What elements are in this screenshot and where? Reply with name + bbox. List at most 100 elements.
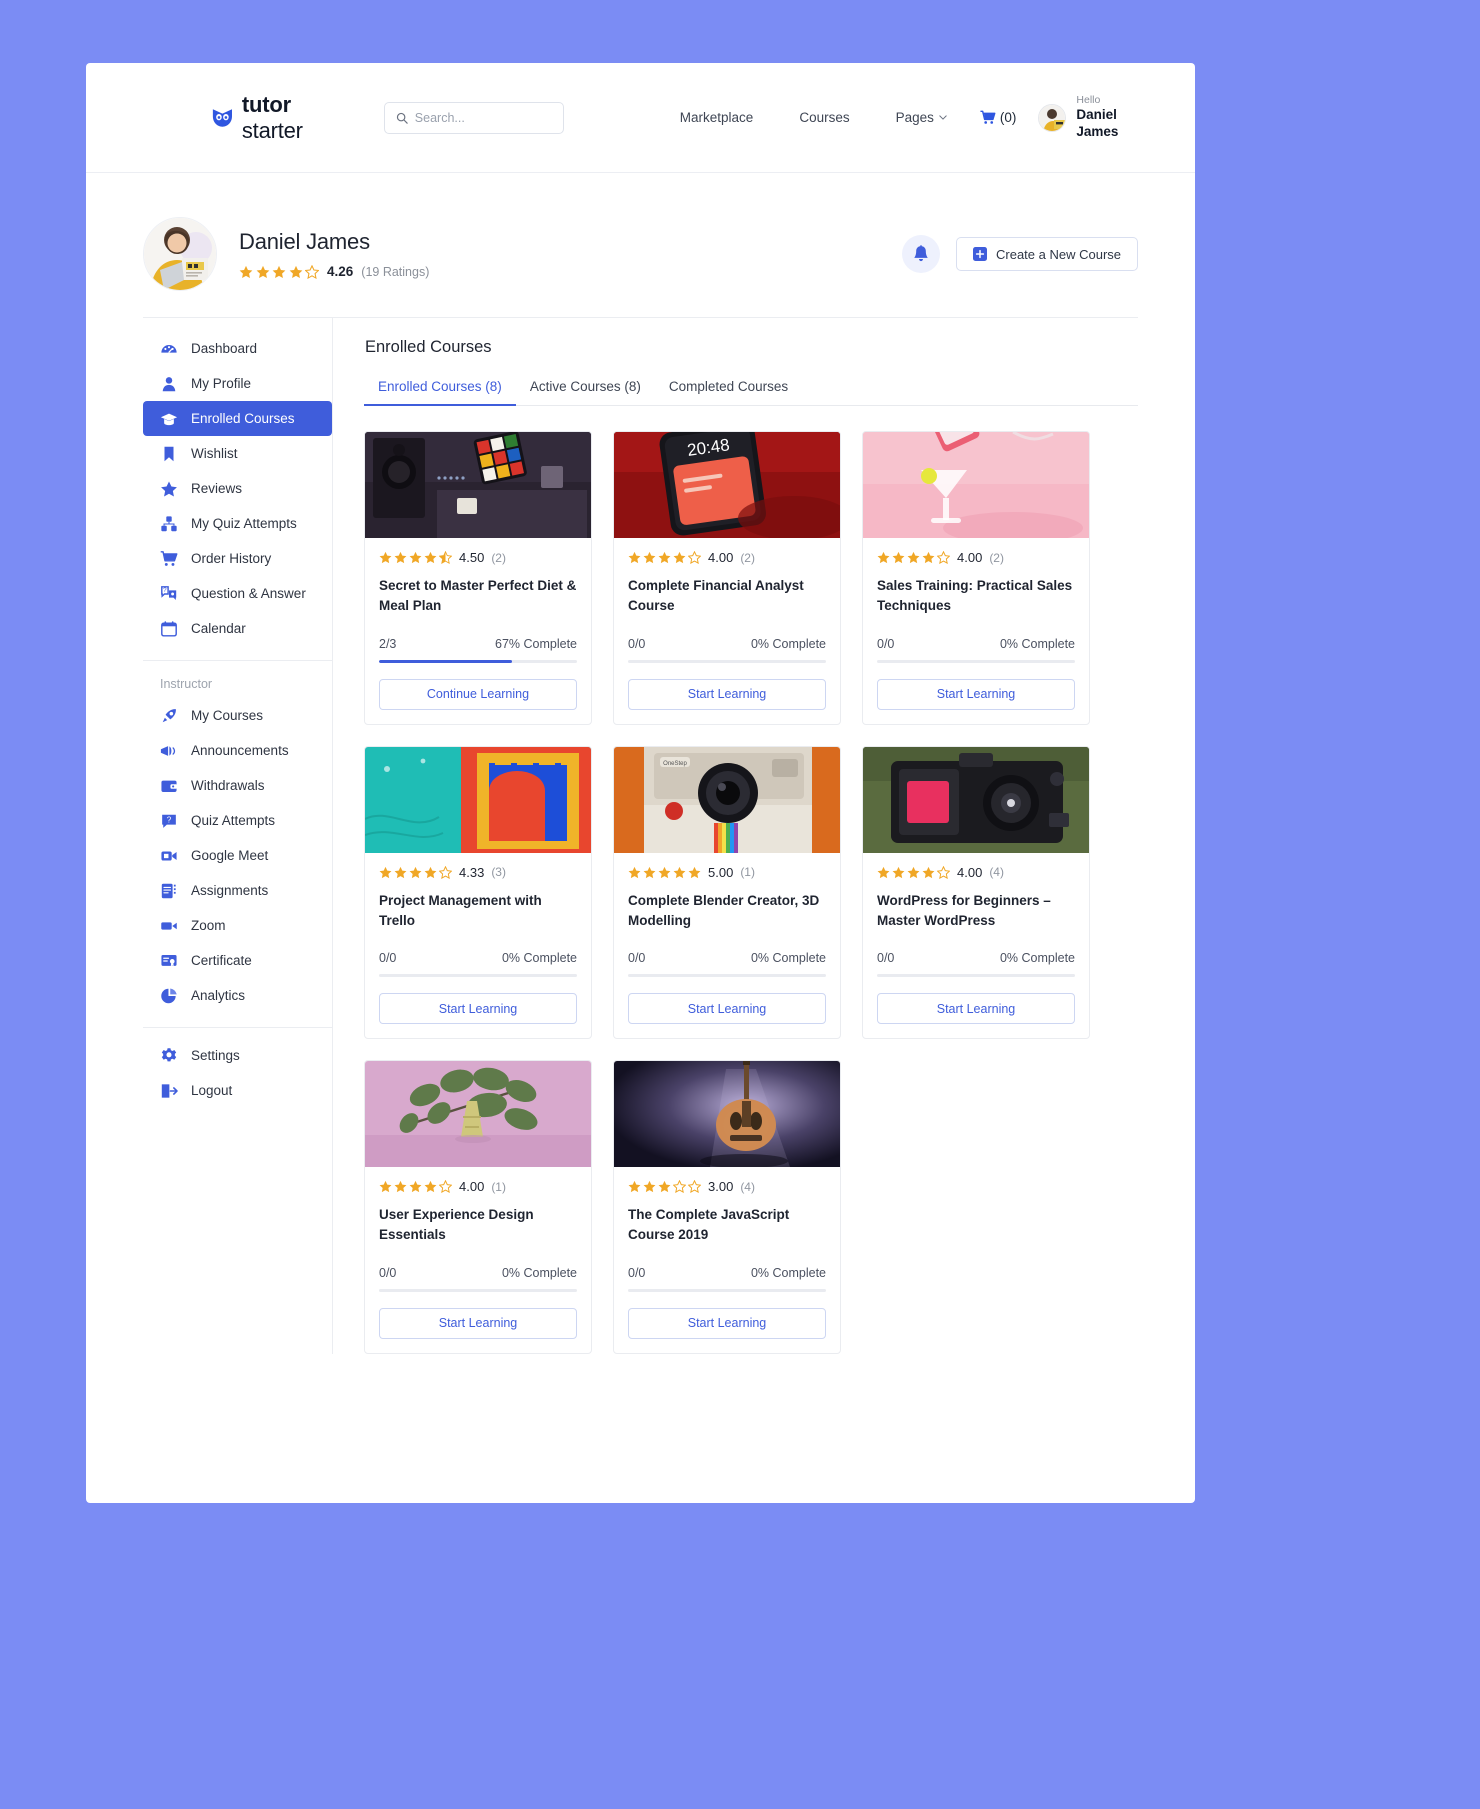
course-thumbnail xyxy=(863,432,1089,538)
sidebar-item-calendar[interactable]: Calendar xyxy=(143,611,332,646)
course-action-button[interactable]: Start Learning xyxy=(628,678,826,710)
course-stars xyxy=(877,865,950,879)
calendar-icon xyxy=(161,620,177,637)
tab-label: Active Courses (8) xyxy=(529,379,641,394)
course-action-button[interactable]: Continue Learning xyxy=(379,678,577,710)
course-action-label: Start Learning xyxy=(687,1316,767,1330)
course-title: Sales Training: Practical Sales Techniqu… xyxy=(877,578,1073,614)
star-icon xyxy=(643,551,656,564)
course-rating-value: 4.00 xyxy=(957,864,983,880)
sidebar-item-assignments[interactable]: Assignments xyxy=(143,873,332,908)
cart-button[interactable]: (0) xyxy=(980,110,1016,125)
course-card[interactable]: 4.00 (2) Sales Training: Practical Sales… xyxy=(862,431,1090,725)
tab-active-courses[interactable]: Active Courses (8) xyxy=(516,379,655,405)
rocket-icon xyxy=(162,708,176,722)
star-icon xyxy=(409,1180,422,1193)
sidebar-item-my-quiz-attempts[interactable]: My Quiz Attempts xyxy=(143,506,332,541)
course-stars xyxy=(628,1180,701,1193)
sidebar-item-zoom[interactable]: Zoom xyxy=(143,908,332,943)
course-card[interactable]: OneStep 5.00 (1) Complete Blender Creato… xyxy=(613,745,841,1039)
sidebar-item-order-history[interactable]: Order History xyxy=(143,541,332,576)
course-progress-fill xyxy=(379,659,512,663)
course-thumbnail xyxy=(863,746,1089,853)
sidebar-item-my-profile[interactable]: My Profile xyxy=(143,366,332,401)
body-split: Dashboard My Profile Enrolled Courses Wi… xyxy=(86,317,1195,1354)
page-title: Daniel James xyxy=(239,229,370,254)
star-icon xyxy=(643,1180,656,1193)
course-action-button[interactable]: Start Learning xyxy=(628,993,826,1024)
sidebar-item-reviews[interactable]: Reviews xyxy=(143,471,332,506)
course-card[interactable]: 20:48 4.00 (2) Complete Financial Analys… xyxy=(613,431,841,725)
nav-link-pages[interactable]: Pages xyxy=(873,110,970,125)
course-progress-fraction: 0/0 xyxy=(877,951,895,965)
course-title: Complete Blender Creator, 3D Modelling xyxy=(628,892,820,928)
cart-icon xyxy=(160,550,178,566)
course-card[interactable]: 4.00 (1) User Experience Design Essentia… xyxy=(364,1060,592,1354)
sidebar-item-quiz-attempts[interactable]: ? Quiz Attempts xyxy=(143,803,332,838)
nav-link-label: Courses xyxy=(799,110,850,125)
sidebar-item-enrolled-courses[interactable]: Enrolled Courses xyxy=(143,401,332,436)
sidebar-item-label: Settings xyxy=(191,1048,240,1063)
course-card[interactable]: 3.00 (4) The Complete JavaScript Course … xyxy=(613,1060,841,1354)
sidebar-item-label: Logout xyxy=(191,1083,233,1098)
course-progress-fraction: 0/0 xyxy=(628,951,646,965)
course-action-button[interactable]: Start Learning xyxy=(877,993,1075,1024)
megaphone-icon xyxy=(160,745,176,756)
sidebar-item-google-meet[interactable]: Google Meet xyxy=(143,838,332,873)
user-menu[interactable]: Hello Daniel James xyxy=(1038,94,1138,141)
quiz-icon xyxy=(161,515,177,531)
course-progress-track xyxy=(379,974,577,977)
sidebar-item-question-answer[interactable]: ? Question & Answer xyxy=(143,576,332,611)
course-card[interactable]: 4.50 (2) Secret to Master Perfect Diet &… xyxy=(364,431,592,725)
search-box[interactable] xyxy=(383,101,564,134)
course-progress-fraction: 0/0 xyxy=(877,636,895,651)
user-icon xyxy=(162,376,176,391)
course-action-label: Start Learning xyxy=(438,1316,518,1330)
course-card-body: 4.00 (2) Sales Training: Practical Sales… xyxy=(863,538,1089,724)
sidebar-item-dashboard[interactable]: Dashboard xyxy=(143,331,332,366)
course-action-button[interactable]: Start Learning xyxy=(379,1307,577,1339)
course-progress-percent: 0% Complete xyxy=(999,636,1075,651)
course-rating: 4.33 (3) xyxy=(379,865,577,880)
profile-avatar xyxy=(143,217,217,291)
course-card-body: 4.33 (3) Project Management with Trello … xyxy=(365,853,591,1039)
star-icon xyxy=(907,866,920,878)
sidebar-item-logout[interactable]: Logout xyxy=(143,1073,332,1108)
sidebar-item-analytics[interactable]: Analytics xyxy=(143,978,332,1013)
course-title: User Experience Design Essentials xyxy=(379,1207,534,1243)
course-action-label: Continue Learning xyxy=(426,687,530,701)
course-rating: 4.50 (2) xyxy=(379,550,577,565)
nav-link-courses[interactable]: Courses xyxy=(776,110,872,125)
course-action-button[interactable]: Start Learning xyxy=(379,993,577,1024)
search-input[interactable] xyxy=(414,110,552,125)
notification-bell-button[interactable] xyxy=(902,235,940,273)
star-icon xyxy=(424,551,437,564)
course-action-button[interactable]: Start Learning xyxy=(628,1307,826,1339)
course-card-body: 4.00 (2) Complete Financial Analyst Cour… xyxy=(614,538,840,724)
brand-logo[interactable]: tutor starter xyxy=(212,92,352,144)
course-progress-percent: 67% Complete xyxy=(495,636,577,651)
sidebar-item-settings[interactable]: Settings xyxy=(143,1038,332,1073)
course-card[interactable]: 4.33 (3) Project Management with Trello … xyxy=(364,745,592,1039)
sidebar-item-label: Order History xyxy=(191,551,272,566)
tab-completed-courses[interactable]: Completed Courses xyxy=(655,379,802,405)
course-thumbnail-image xyxy=(365,1061,591,1167)
sidebar-item-withdrawals[interactable]: Withdrawals xyxy=(143,768,332,803)
tab-enrolled-courses[interactable]: Enrolled Courses (8) xyxy=(364,379,516,406)
certificate-icon xyxy=(161,954,177,966)
create-new-course-button[interactable]: Create a New Course xyxy=(956,237,1138,271)
course-stars xyxy=(379,1180,452,1193)
sidebar-item-label: Reviews xyxy=(191,481,243,496)
course-title: Complete Financial Analyst Course xyxy=(628,578,804,614)
course-rating-count: (2) xyxy=(491,550,506,565)
nav-link-marketplace[interactable]: Marketplace xyxy=(657,110,777,125)
sidebar-item-wishlist[interactable]: Wishlist xyxy=(143,436,332,471)
sidebar-item-label: Assignments xyxy=(191,883,269,898)
star-icon-empty xyxy=(937,865,950,879)
course-card[interactable]: 4.00 (4) WordPress for Beginners – Maste… xyxy=(862,745,1090,1039)
sidebar-item-certificate[interactable]: Certificate xyxy=(143,943,332,978)
sidebar-item-announcements[interactable]: Announcements xyxy=(143,733,332,768)
sidebar-item-my-courses[interactable]: My Courses xyxy=(143,698,332,733)
app-window: tutor starter Marketplace Courses Pages xyxy=(86,63,1195,1503)
course-action-button[interactable]: Start Learning xyxy=(877,678,1075,710)
